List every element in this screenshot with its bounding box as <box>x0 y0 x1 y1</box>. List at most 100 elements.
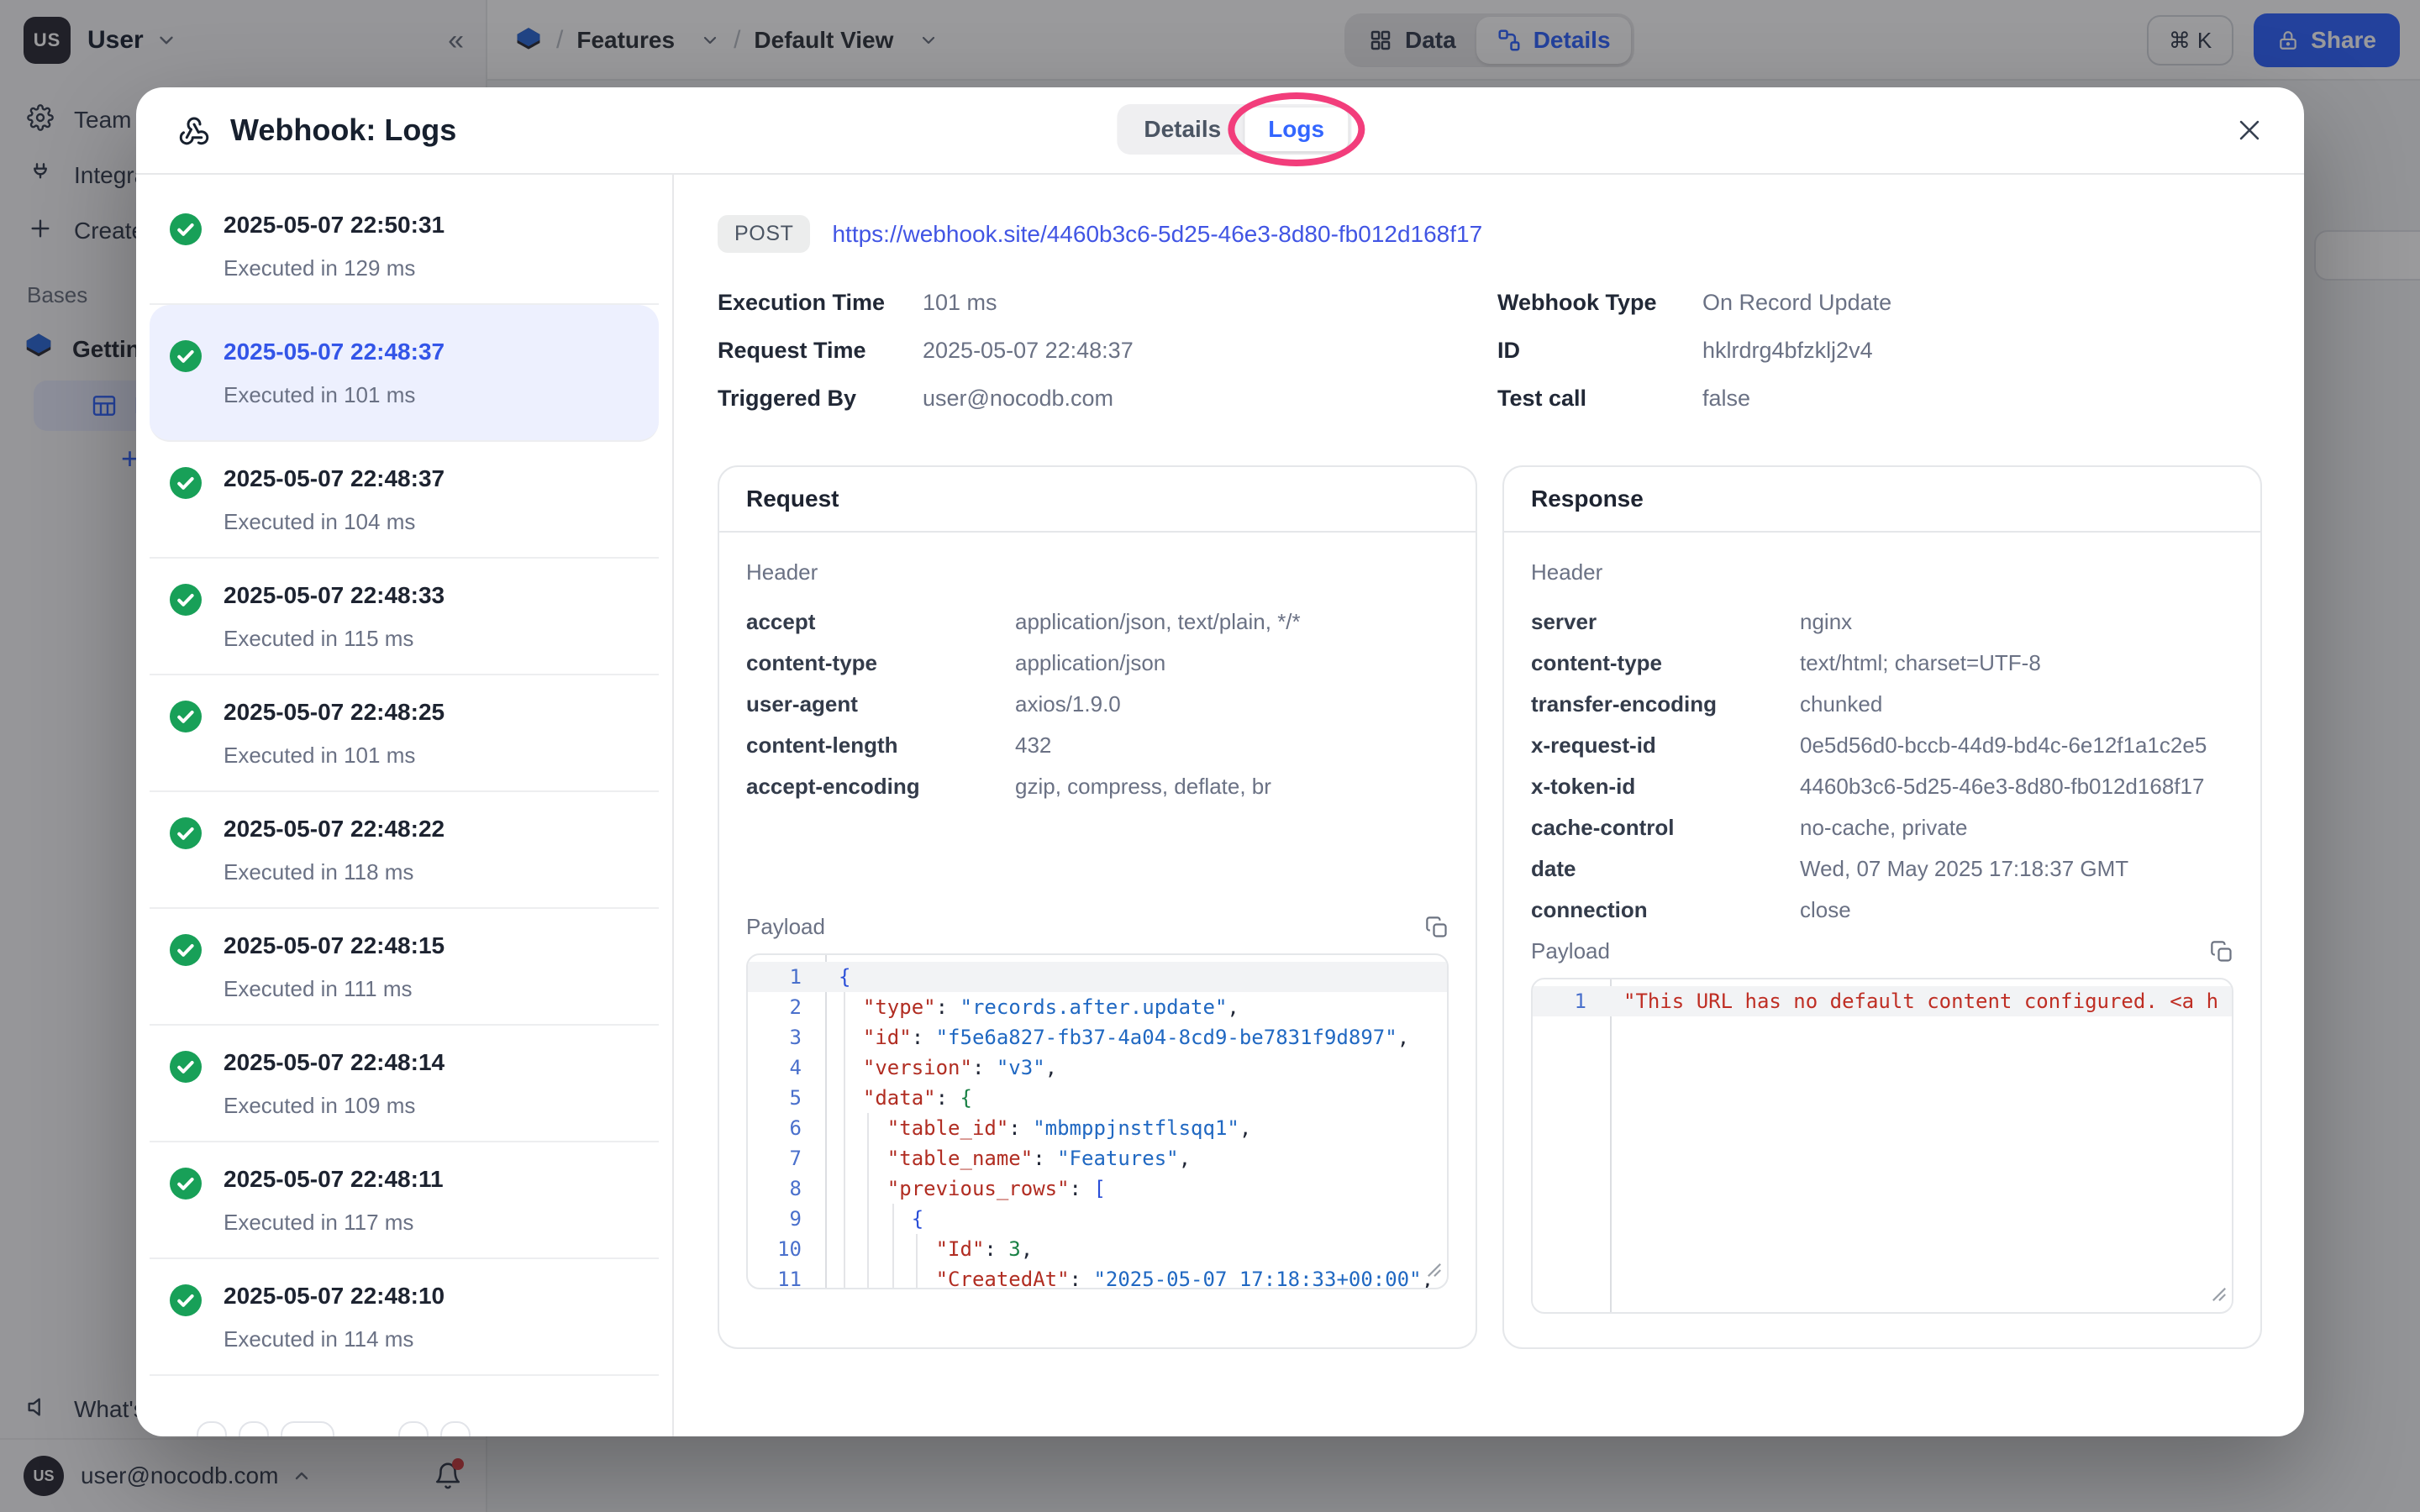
header-value: application/json, text/plain, */* <box>1015 609 1301 635</box>
log-duration: Executed in 109 ms <box>224 1093 445 1119</box>
code-text: "type": "records.after.update", <box>825 992 1239 1022</box>
header-row: acceptapplication/json, text/plain, */* <box>746 609 1449 635</box>
webhook-log-entry[interactable]: 2025-05-07 22:48:22 Executed in 118 ms <box>150 792 659 909</box>
indent-guide <box>844 992 845 1289</box>
header-key: cache-control <box>1531 815 1800 841</box>
payload-section-label: Payload <box>1531 938 1610 964</box>
header-key: accept <box>746 609 1015 635</box>
header-section-label: Header <box>746 559 1449 585</box>
webhook-log-entry[interactable]: 2025-05-07 22:48:14 Executed in 109 ms <box>150 1026 659 1142</box>
copy-icon[interactable] <box>1425 916 1449 939</box>
pagination-button[interactable] <box>239 1421 269 1436</box>
log-meta: Execution Time101 ms Request Time2025-05-… <box>718 290 2262 433</box>
meta-row: Webhook TypeOn Record Update <box>1497 290 2262 316</box>
meta-value: 101 ms <box>923 290 997 316</box>
close-icon[interactable] <box>2235 116 2264 144</box>
log-timestamp: 2025-05-07 22:48:15 <box>224 932 445 959</box>
webhook-icon <box>176 113 212 148</box>
meta-row: Execution Time101 ms <box>718 290 1497 316</box>
pagination-button[interactable] <box>440 1421 471 1436</box>
webhook-log-entry[interactable]: 2025-05-07 22:48:15 Executed in 111 ms <box>150 909 659 1026</box>
line-number: 1 <box>1533 986 1610 1016</box>
code-text: "table_name": "Features", <box>825 1143 1191 1173</box>
header-key: content-length <box>746 732 1015 759</box>
payload-section-label: Payload <box>746 914 825 940</box>
meta-value: On Record Update <box>1702 290 1891 316</box>
response-payload-code[interactable]: 1"This URL has no default content config… <box>1531 978 2233 1314</box>
log-entries: 2025-05-07 22:50:31 Executed in 129 ms 2… <box>136 188 672 1376</box>
log-timestamp: 2025-05-07 22:48:22 <box>224 816 445 843</box>
meta-column-2: Webhook TypeOn Record Update IDhklrdrg4bf… <box>1497 290 2262 433</box>
header-row: content-typetext/html; charset=UTF-8 <box>1531 650 2233 676</box>
log-duration: Executed in 118 ms <box>224 859 445 885</box>
tab-label: Logs <box>1268 116 1324 142</box>
header-value: Wed, 07 May 2025 17:18:37 GMT <box>1800 856 2128 882</box>
header-value: no-cache, private <box>1800 815 1967 841</box>
code-text: { <box>825 962 850 992</box>
code-text: "This URL has no default content configu… <box>1610 986 2218 1016</box>
line-number: 2 <box>748 992 825 1022</box>
log-duration: Executed in 101 ms <box>224 382 445 408</box>
webhook-log-entry[interactable]: 2025-05-07 22:50:31 Executed in 129 ms <box>150 188 659 305</box>
header-value: close <box>1800 897 1851 923</box>
log-duration: Executed in 115 ms <box>224 626 445 652</box>
header-value: nginx <box>1800 609 1852 635</box>
header-value: text/html; charset=UTF-8 <box>1800 650 2041 676</box>
webhook-log-entry[interactable]: 2025-05-07 22:48:37 Executed in 104 ms <box>150 442 659 559</box>
indent-guide <box>867 1113 869 1289</box>
line-number: 10 <box>748 1234 825 1264</box>
tab-webhook-details[interactable]: Details <box>1120 108 1244 151</box>
webhook-log-entry[interactable]: 2025-05-07 22:48:37 Executed in 101 ms <box>150 305 659 442</box>
header-row: x-token-id4460b3c6-5d25-46e3-8d80-fb012d… <box>1531 774 2233 800</box>
meta-label: Webhook Type <box>1497 290 1702 316</box>
meta-row: IDhklrdrg4bfzklj2v4 <box>1497 338 2262 364</box>
header-row: cache-controlno-cache, private <box>1531 815 2233 841</box>
code-line: 6 "table_id": "mbmppjnstflsqq1", <box>748 1113 1447 1143</box>
pagination-button[interactable] <box>398 1421 429 1436</box>
header-row: servernginx <box>1531 609 2233 635</box>
header-key: x-token-id <box>1531 774 1800 800</box>
webhook-log-entry[interactable]: 2025-05-07 22:48:11 Executed in 117 ms <box>150 1142 659 1259</box>
indent-guide <box>916 1234 918 1289</box>
header-row: user-agentaxios/1.9.0 <box>746 691 1449 717</box>
meta-column-1: Execution Time101 ms Request Time2025-05-… <box>718 290 1497 433</box>
line-number: 7 <box>748 1143 825 1173</box>
webhook-logs-modal: Webhook: Logs Details Logs 2025-05-07 22… <box>136 87 2304 1436</box>
code-text: "table_id": "mbmppjnstflsqq1", <box>825 1113 1251 1143</box>
header-key: content-type <box>1531 650 1800 676</box>
meta-row: Test callfalse <box>1497 386 2262 412</box>
header-value: application/json <box>1015 650 1165 676</box>
success-check-icon <box>170 1168 202 1236</box>
webhook-log-entry[interactable]: 2025-05-07 22:48:10 Executed in 114 ms <box>150 1259 659 1376</box>
pagination-button[interactable] <box>197 1421 227 1436</box>
success-check-icon <box>170 934 202 1002</box>
tab-webhook-logs[interactable]: Logs <box>1244 108 1348 151</box>
log-pagination <box>197 1421 471 1436</box>
modal-header: Webhook: Logs Details Logs <box>136 87 2304 175</box>
webhook-log-entry[interactable]: 2025-05-07 22:48:33 Executed in 115 ms <box>150 559 659 675</box>
header-value: chunked <box>1800 691 1882 717</box>
code-line: 3 "id": "f5e6a827-fb37-4a04-8cd9-be7831f… <box>748 1022 1447 1053</box>
line-number: 1 <box>748 962 825 992</box>
log-timestamp: 2025-05-07 22:50:31 <box>224 212 445 239</box>
webhook-log-entry[interactable]: 2025-05-07 22:48:25 Executed in 101 ms <box>150 675 659 792</box>
log-timestamp: 2025-05-07 22:48:37 <box>224 465 445 492</box>
header-key: date <box>1531 856 1800 882</box>
resize-handle-icon[interactable] <box>2212 1284 2227 1307</box>
header-section-label: Header <box>1531 559 2233 585</box>
log-timestamp: 2025-05-07 22:48:10 <box>224 1283 445 1310</box>
code-text: "version": "v3", <box>825 1053 1057 1083</box>
line-number: 4 <box>748 1053 825 1083</box>
log-duration: Executed in 129 ms <box>224 255 445 281</box>
header-value: 0e5d56d0-bccb-44d9-bd4c-6e12f1a1c2e5 <box>1800 732 2207 759</box>
webhook-url-link[interactable]: https://webhook.site/4460b3c6-5d25-46e3-… <box>832 221 1482 248</box>
meta-row: Request Time2025-05-07 22:48:37 <box>718 338 1497 364</box>
line-number: 8 <box>748 1173 825 1204</box>
pagination-button[interactable] <box>281 1421 334 1436</box>
copy-icon[interactable] <box>2210 940 2233 963</box>
header-row: content-length432 <box>746 732 1449 759</box>
log-timestamp: 2025-05-07 22:48:33 <box>224 582 445 609</box>
meta-label: Test call <box>1497 386 1702 412</box>
request-payload-code[interactable]: 1{2 "type": "records.after.update",3 "id… <box>746 953 1449 1289</box>
log-timestamp: 2025-05-07 22:48:25 <box>224 699 445 726</box>
